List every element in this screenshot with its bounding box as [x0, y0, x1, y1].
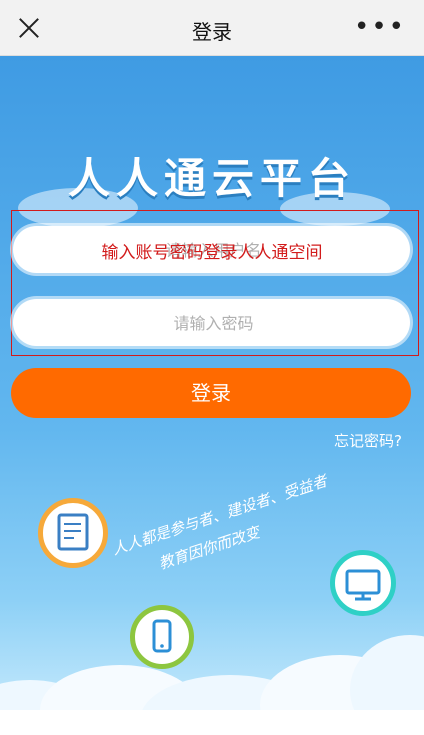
- login-hint: 输入账号密码登录人人通空间: [101, 243, 323, 263]
- top-bar: 登录 •••: [0, 0, 424, 56]
- monitor-icon: [330, 550, 396, 616]
- bottom-clouds: [0, 635, 424, 735]
- login-button[interactable]: 登录: [11, 368, 411, 418]
- more-icon[interactable]: •••: [354, 14, 406, 40]
- brand-title: 人人通云平台: [67, 154, 356, 203]
- login-page: 登录 ••• 人人通云平台 输入账号密码登录人人通空间 登录 忘记密码? 人人都…: [0, 0, 424, 735]
- forgot-password-link[interactable]: 忘记密码?: [334, 430, 402, 451]
- password-field[interactable]: [13, 299, 414, 348]
- document-icon: [38, 498, 108, 568]
- password-input[interactable]: [13, 299, 414, 348]
